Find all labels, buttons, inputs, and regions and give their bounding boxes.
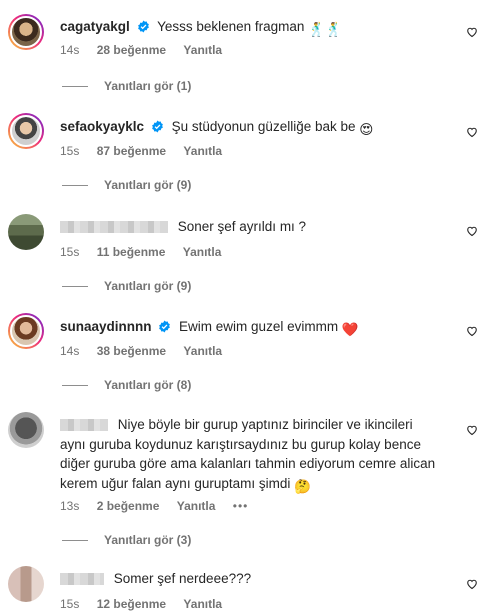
comment-text-row: sefaokyayklc Şu stüdyonun güzelliğe bak … — [60, 117, 455, 140]
comment-text: Soner şef ayrıldı mı ? — [177, 219, 307, 234]
hidden-username[interactable] — [60, 221, 168, 233]
verified-badge-icon — [137, 20, 149, 33]
comment-text-row: Soner şef ayrıldı mı ? — [60, 217, 455, 237]
heart-outline-icon[interactable] — [466, 424, 478, 436]
view-replies[interactable]: Yanıtları gör (3) — [62, 533, 191, 547]
divider — [62, 85, 88, 87]
heart-outline-icon[interactable] — [466, 578, 478, 590]
comments-list: cagatyakgl Yesss beklenen fragman 🕺🕺 14s… — [0, 0, 485, 614]
reply-button[interactable]: Yanıtla — [183, 597, 222, 611]
view-replies-label[interactable]: Yanıtları gör (3) — [104, 533, 191, 547]
comment-text-line: Niye böyle bir gurup yaptınız birinciler… — [117, 417, 413, 432]
comment-text-line: kerem uğur falan aynı guruptamı şimdi — [60, 475, 291, 491]
comment-username[interactable]: sefaokyayklc — [60, 119, 144, 134]
view-replies[interactable]: Yanıtları gör (9) — [62, 178, 191, 192]
hidden-username[interactable] — [60, 419, 108, 431]
comment-time: 13s — [60, 499, 80, 513]
comment-meta: 15s 11 beğenme Yanıtla — [60, 245, 235, 259]
comment-text: Şu stüdyonun güzelliğe bak be — [171, 119, 356, 134]
comment-meta: 15s 87 beğenme Yanıtla — [60, 144, 236, 158]
comment-meta: 14s 28 beğenme Yanıtla — [60, 43, 236, 57]
like-count[interactable]: 87 beğenme — [97, 144, 166, 158]
heart-outline-icon[interactable] — [466, 225, 478, 237]
reply-button[interactable]: Yanıtla — [183, 43, 222, 57]
reply-button[interactable]: Yanıtla — [183, 144, 222, 158]
comment-meta: 13s 2 beğenme Yanıtla ••• — [60, 499, 262, 513]
avatar[interactable] — [8, 566, 44, 602]
like-count[interactable]: 11 beğenme — [97, 245, 166, 259]
avatar[interactable] — [8, 113, 44, 149]
divider — [62, 285, 88, 287]
comment-meta: 14s 38 beğenme Yanıtla — [60, 344, 236, 358]
comment-text: Yesss beklenen fragman — [157, 19, 305, 34]
more-options-icon[interactable]: ••• — [233, 499, 249, 513]
hidden-username[interactable] — [60, 573, 104, 585]
emoji: 🤔 — [294, 478, 311, 494]
verified-badge-icon — [159, 320, 171, 333]
avatar[interactable] — [8, 313, 44, 349]
comment-time: 14s — [60, 43, 80, 57]
like-count[interactable]: 28 beğenme — [97, 43, 166, 57]
reply-button[interactable]: Yanıtla — [177, 499, 216, 513]
comment-time: 15s — [60, 144, 80, 158]
emoji: 😍 — [359, 122, 374, 137]
heart-outline-icon[interactable] — [466, 126, 478, 138]
emoji: ❤️ — [341, 322, 359, 337]
reply-button[interactable]: Yanıtla — [183, 245, 222, 259]
avatar[interactable] — [8, 214, 44, 250]
comment-text-line: diğer guruba göre ama kalanları tahmin e… — [60, 456, 436, 471]
view-replies[interactable]: Yanıtları gör (9) — [62, 279, 191, 293]
comment-text-row: Niye böyle bir gurup yaptınız birinciler… — [60, 415, 455, 496]
comment-text-row: cagatyakgl Yesss beklenen fragman 🕺🕺 — [60, 17, 455, 40]
comment-time: 15s — [60, 245, 80, 259]
comment-time: 14s — [60, 344, 80, 358]
reply-button[interactable]: Yanıtla — [183, 344, 222, 358]
emoji: 🕺🕺 — [308, 22, 342, 37]
view-replies[interactable]: Yanıtları gör (1) — [62, 79, 191, 93]
divider — [62, 184, 88, 186]
divider — [62, 384, 88, 386]
heart-outline-icon[interactable] — [466, 26, 478, 38]
comment-time: 15s — [60, 597, 80, 611]
comment-text-line: aynı guruba koydunuz karıştırsaydınız bu… — [60, 436, 421, 452]
comment-username[interactable]: cagatyakgl — [60, 19, 130, 34]
divider — [62, 539, 88, 541]
view-replies-label[interactable]: Yanıtları gör (9) — [104, 279, 191, 293]
like-count[interactable]: 38 beğenme — [97, 344, 166, 358]
view-replies-label[interactable]: Yanıtları gör (1) — [104, 79, 191, 93]
verified-badge-icon — [151, 120, 163, 133]
avatar[interactable] — [8, 412, 44, 448]
like-count[interactable]: 12 beğenme — [97, 597, 166, 611]
avatar[interactable] — [8, 14, 44, 50]
comment-meta: 15s 12 beğenme Yanıtla — [60, 597, 236, 611]
heart-outline-icon[interactable] — [466, 325, 478, 337]
view-replies-label[interactable]: Yanıtları gör (9) — [104, 178, 191, 192]
like-count[interactable]: 2 beğenme — [97, 499, 160, 513]
comment-text: Somer şef nerdeee??? — [113, 571, 252, 586]
comment-text-row: sunaaydinnnn Ewim ewim guzel evimmm ❤️ — [60, 317, 455, 340]
comment-text-row: Somer şef nerdeee??? — [60, 569, 455, 589]
comment-text: Ewim ewim guzel evimmm — [179, 319, 339, 334]
comment-username[interactable]: sunaaydinnnn — [60, 319, 152, 334]
view-replies[interactable]: Yanıtları gör (8) — [62, 378, 191, 392]
view-replies-label[interactable]: Yanıtları gör (8) — [104, 378, 191, 392]
